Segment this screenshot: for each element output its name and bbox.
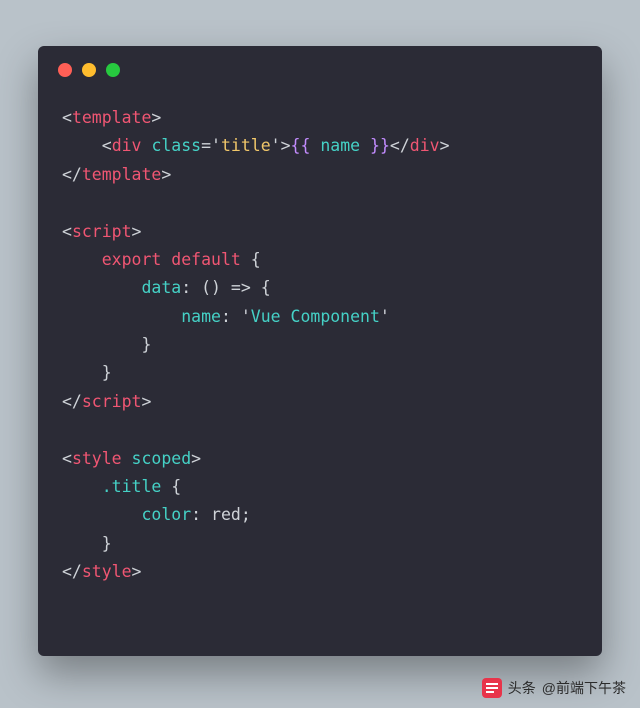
code-line: .title {	[62, 477, 181, 496]
code-line: <template>	[62, 108, 161, 127]
code-line	[62, 193, 72, 212]
code-block: <template> <div class='title'>{{ name }}…	[38, 94, 602, 606]
watermark: 头条 @前端下午茶	[482, 678, 626, 698]
code-line: <script>	[62, 222, 141, 241]
watermark-prefix: 头条	[508, 678, 536, 698]
code-line: export default {	[62, 250, 261, 269]
close-icon	[58, 63, 72, 77]
code-line: </script>	[62, 392, 151, 411]
code-line: <div class='title'>{{ name }}</div>	[62, 136, 450, 155]
maximize-icon	[106, 63, 120, 77]
code-line: <style scoped>	[62, 449, 201, 468]
code-line: color: red;	[62, 505, 251, 524]
titlebar	[38, 46, 602, 94]
code-line: }	[62, 363, 112, 382]
code-line: }	[62, 534, 112, 553]
minimize-icon	[82, 63, 96, 77]
code-line: data: () => {	[62, 278, 271, 297]
code-line: </style>	[62, 562, 141, 581]
code-line: }	[62, 335, 151, 354]
code-window: <template> <div class='title'>{{ name }}…	[38, 46, 602, 656]
code-line: name: 'Vue Component'	[62, 307, 390, 326]
toutiao-icon	[482, 678, 502, 698]
code-line	[62, 420, 72, 439]
code-line: </template>	[62, 165, 171, 184]
watermark-handle: @前端下午茶	[542, 678, 626, 698]
